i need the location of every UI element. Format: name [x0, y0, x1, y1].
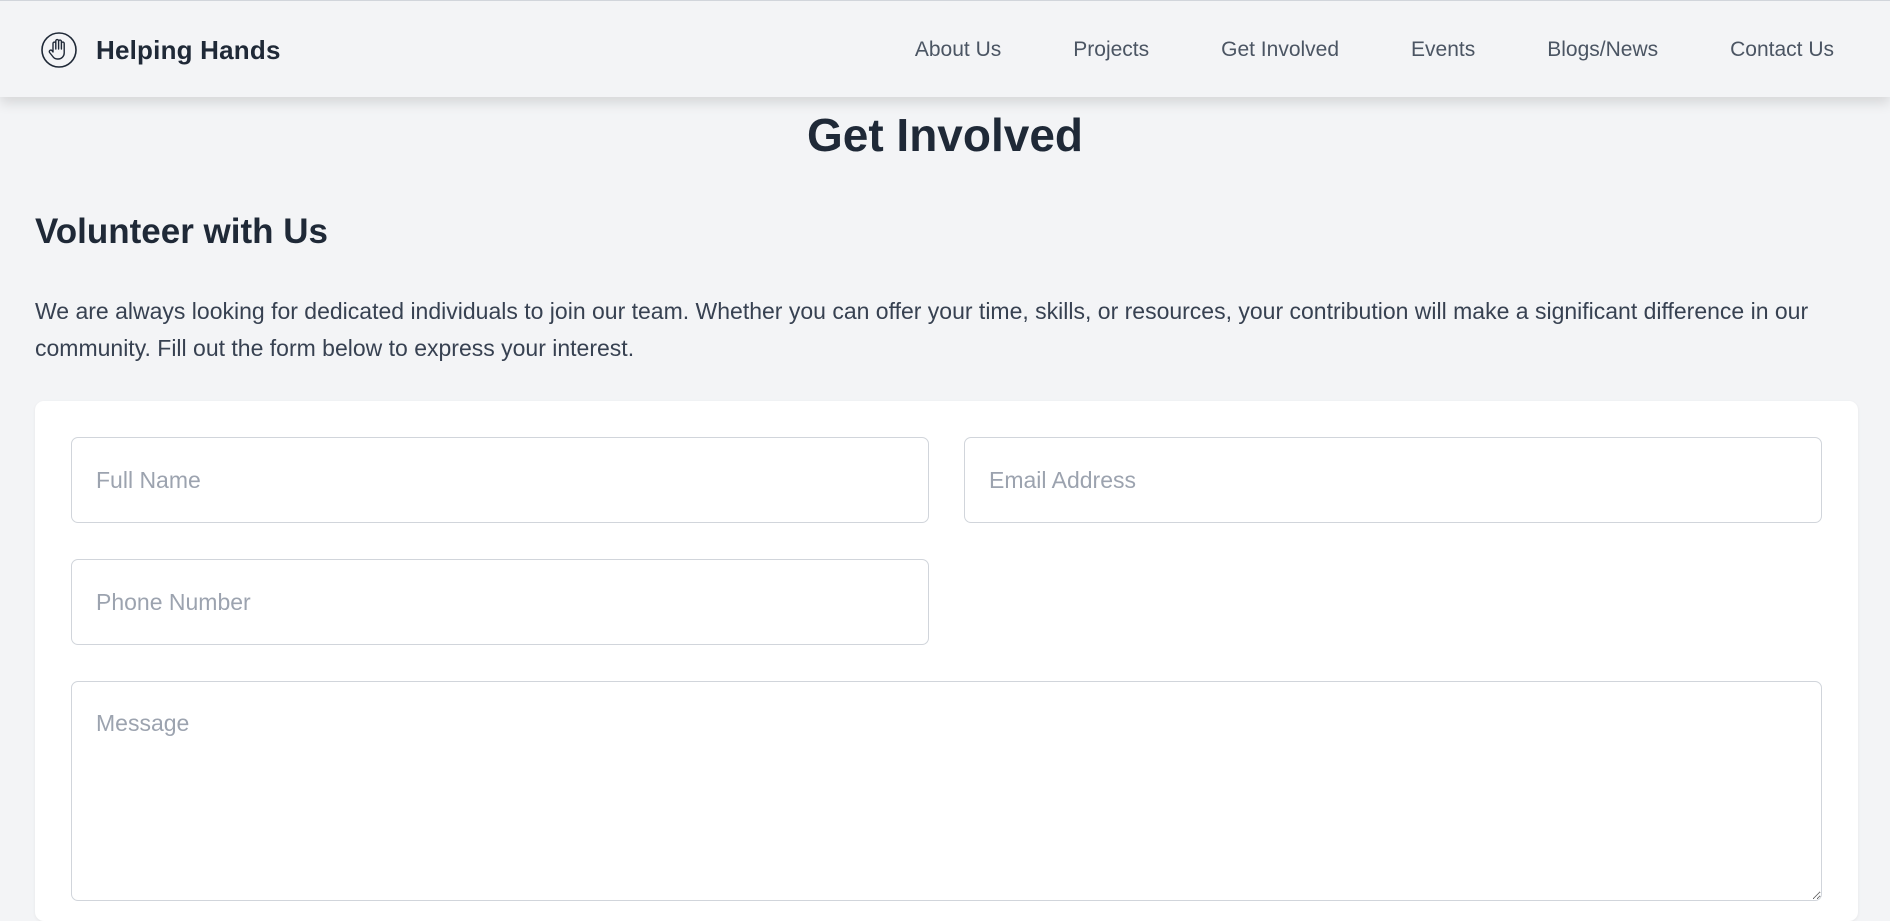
page-title: Get Involved: [806, 109, 1084, 161]
nav-item-about-us[interactable]: About Us: [915, 38, 1001, 62]
phone-input[interactable]: [71, 559, 929, 645]
raised-hand-icon: [40, 31, 78, 69]
nav-item-contact-us[interactable]: Contact Us: [1730, 38, 1834, 62]
volunteer-form: [35, 401, 1858, 921]
nav-item-blogs-news[interactable]: Blogs/News: [1547, 38, 1658, 62]
section-title: Volunteer with Us: [35, 212, 328, 251]
email-input[interactable]: [964, 437, 1822, 523]
nav-item-events[interactable]: Events: [1411, 38, 1475, 62]
site-header: Helping Hands About Us Projects Get Invo…: [0, 0, 1890, 97]
nav-item-get-involved[interactable]: Get Involved: [1221, 38, 1339, 62]
main-nav: About Us Projects Get Involved Events Bl…: [843, 1, 1834, 98]
brand[interactable]: Helping Hands: [40, 31, 281, 69]
nav-item-projects[interactable]: Projects: [1073, 38, 1149, 62]
full-name-input[interactable]: [71, 437, 929, 523]
message-textarea[interactable]: [71, 681, 1822, 901]
intro-text: We are always looking for dedicated indi…: [35, 298, 1809, 361]
brand-name: Helping Hands: [96, 34, 281, 65]
